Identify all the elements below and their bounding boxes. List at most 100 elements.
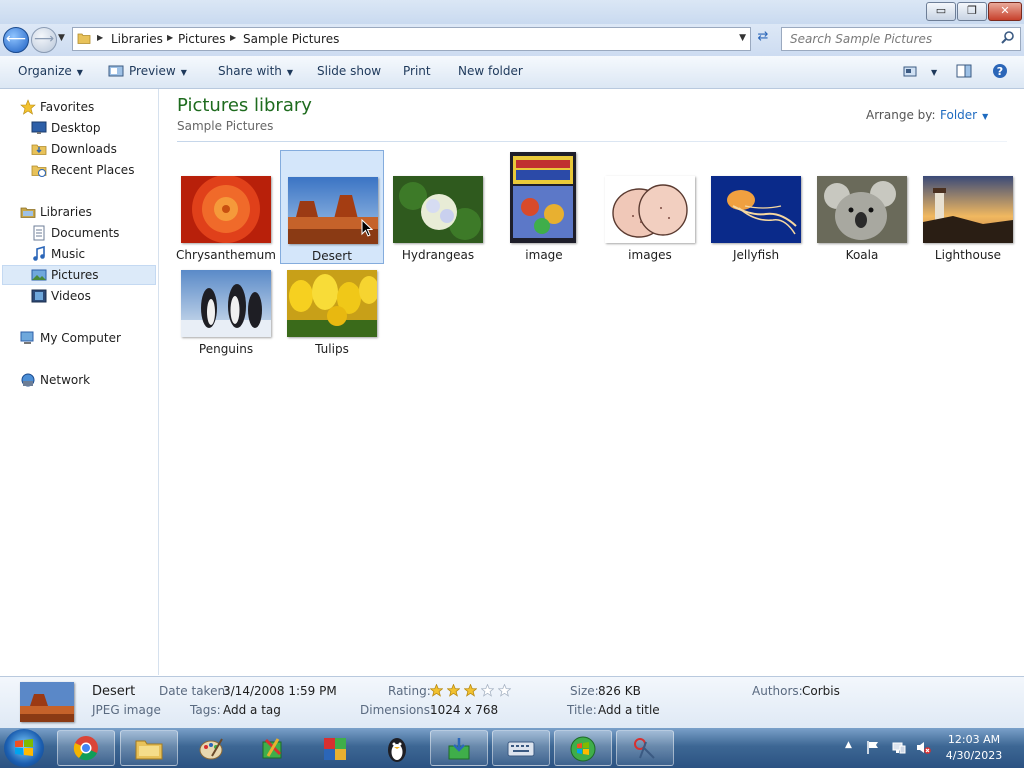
taskbar-snipping-tool[interactable] [616,730,674,766]
authors-value[interactable]: Corbis [802,684,840,698]
view-options-dropdown[interactable]: ▼ [926,64,937,78]
dimensions-value: 1024 x 768 [430,703,499,717]
arrange-by-label: Arrange by: [866,108,936,122]
taskbar-app-game[interactable] [306,730,364,766]
tags-label: Tags: [190,703,221,717]
rating-stars[interactable] [430,677,520,699]
clock-date: 4/30/2023 [945,749,1003,762]
star-filled-icon[interactable] [464,684,477,697]
command-bar: Organize ▼ Preview ▼ Share with ▼ Slide sho… [0,56,1024,89]
volume-muted-icon[interactable] [916,740,931,755]
details-pane: Desert JPEG image Date taken: 3/14/2008 … [0,676,1024,729]
slide-show-button[interactable]: Slide show [317,64,381,78]
share-with-label: Share with [218,64,282,78]
file-item-hydrangeas[interactable]: Hydrangeas [386,150,490,264]
taskbar-paint[interactable] [182,730,240,766]
taskbar-chrome[interactable] [57,730,115,766]
preview-icon[interactable] [108,63,124,79]
close-icon: ✕ [1000,4,1010,17]
system-clock[interactable]: 12:03 AM 4/30/2023 [944,732,1004,764]
penguin-icon [388,738,406,762]
star-empty-icon[interactable] [498,684,511,697]
file-item-image[interactable]: image [492,150,596,264]
action-center-flag-icon[interactable] [866,740,881,755]
chevron-right-icon[interactable]: ▶ [97,33,103,42]
breadcrumb-sample-pictures[interactable]: Sample Pictures [243,32,339,46]
size-label: Size: [570,684,599,698]
details-file-type: JPEG image [92,703,161,717]
search-icon[interactable] [1000,30,1016,46]
game-app-icon [324,738,346,760]
libraries-icon [20,207,36,218]
file-item-tulips[interactable]: Tulips [280,244,384,358]
address-bar[interactable]: ▶ Libraries ▶ Pictures ▶ Sample Pictures… [72,27,751,51]
close-button[interactable]: ✕ [988,2,1022,21]
chevron-right-icon[interactable]: ▶ [230,33,236,42]
show-hidden-icons-icon[interactable]: ▲ [845,740,860,755]
file-item-lighthouse[interactable]: Lighthouse [916,150,1020,264]
maximize-button[interactable]: ❐ [957,2,987,21]
hydrangeas-thumbnail [393,176,483,243]
selected-file-thumbnail [20,682,74,722]
file-item-jellyfish[interactable]: Jellyfish [704,150,808,264]
organize-label: Organize [18,64,72,78]
paint-palette-icon [199,738,223,760]
address-dropdown-icon[interactable]: ▼ [739,33,746,43]
pictures-icon [31,269,47,281]
file-item-penguins[interactable]: Penguins [174,244,278,358]
star-filled-icon[interactable] [430,684,443,697]
taskbar-app-penguin[interactable] [368,730,426,766]
size-value: 826 KB [598,684,641,698]
arrange-by-dropdown[interactable]: Folder ▼ [940,108,988,122]
date-taken-value[interactable]: 3/14/2008 1:59 PM [223,684,337,698]
chevron-right-icon[interactable]: ▶ [167,33,173,42]
breadcrumb-pictures[interactable]: Pictures [178,32,226,46]
file-name: image [525,248,563,262]
search-box[interactable] [781,27,1021,51]
taskbar-windows-app[interactable] [554,730,612,766]
navigation-pane: Favorites Desktop Downloads Recent Place… [0,89,159,675]
sidebar-label: Recent Places [51,163,135,177]
svg-text:?: ? [997,65,1003,78]
star-filled-icon[interactable] [447,684,460,697]
taskbar-on-screen-keyboard[interactable] [492,730,550,766]
recent-pages-dropdown-icon[interactable]: ▼ [58,33,65,43]
date-taken-label: Date taken: [159,684,230,698]
back-arrow-icon: ⟵ [5,31,27,47]
change-view-icon[interactable] [902,63,918,79]
file-name: Penguins [198,342,254,356]
start-button[interactable] [4,729,44,767]
search-input[interactable] [788,31,997,47]
back-button[interactable]: ⟵ [3,27,29,53]
organize-button[interactable]: Organize ▼ [18,64,83,78]
images-thumbnail [605,176,695,243]
title-value[interactable]: Add a title [598,703,660,717]
breadcrumb-libraries[interactable]: Libraries [111,32,163,46]
new-folder-button[interactable]: New folder [458,64,523,78]
taskbar-app-download[interactable] [430,730,488,766]
print-label: Print [403,64,431,78]
folder-icon [135,740,163,760]
file-item-koala[interactable]: Koala [810,150,914,264]
chevron-down-icon: ▼ [931,68,938,77]
sidebar-label: Pictures [51,268,99,282]
file-list-pane: Pictures library Sample Pictures Arrange… [159,89,1024,675]
minimize-button[interactable]: ▭ [926,2,956,21]
network-tray-icon[interactable] [891,740,906,755]
preview-pane-icon[interactable] [956,63,972,79]
help-icon[interactable]: ? [992,63,1008,79]
refresh-button[interactable]: ⇄ [752,29,774,49]
preview-button[interactable]: Preview ▼ [129,64,187,78]
print-button[interactable]: Print [403,64,431,78]
taskbar-explorer[interactable] [120,730,178,766]
share-with-button[interactable]: Share with ▼ [218,64,293,78]
jellyfish-thumbnail [711,176,801,243]
taskbar-app-tools[interactable] [244,730,302,766]
file-item-images[interactable]: images [598,150,702,264]
library-subtitle: Sample Pictures [177,119,274,133]
star-empty-icon[interactable] [481,684,494,697]
sidebar-label: Downloads [51,142,117,156]
details-file-name: Desert [92,684,136,699]
tags-value[interactable]: Add a tag [223,703,281,717]
forward-button[interactable]: ⟶ [31,27,57,53]
